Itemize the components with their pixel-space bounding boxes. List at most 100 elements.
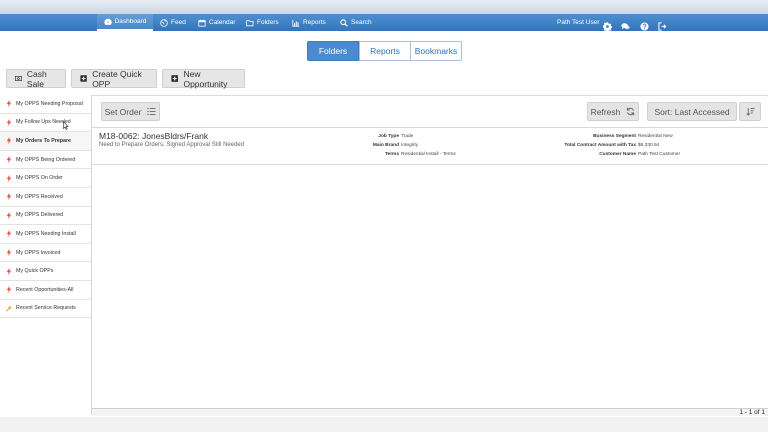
nav-user[interactable]: Path Test User <box>557 14 600 31</box>
sign-out-icon <box>658 22 667 31</box>
nav-feed-label: Feed <box>171 19 186 26</box>
sort-descending-icon <box>745 107 755 116</box>
terms-value: Residential Install - Terms <box>401 152 456 157</box>
logout-button[interactable] <box>658 18 667 31</box>
user-name: Path Test User <box>557 19 600 26</box>
sidebar-item-on-order[interactable]: My OPPS On Order <box>0 169 91 188</box>
sidebar-item-label: My OPPS Needing Install <box>16 230 76 237</box>
sidebar-item-follow-ups[interactable]: My Follow Ups Needed <box>0 114 91 133</box>
sidebar-item-label: My Quick OPPs <box>16 268 54 275</box>
new-opportunity-button[interactable]: New Opportunity <box>162 69 245 89</box>
refresh-button[interactable]: Refresh <box>587 102 639 121</box>
sidebar-item-label: My OPPS Received <box>16 193 63 200</box>
help-button[interactable] <box>640 18 649 31</box>
sidebar-item-recent-opportunities[interactable]: Recent Opportunities-All <box>0 281 91 300</box>
customer-name-value: Path Test Customer <box>638 152 681 157</box>
bar-chart-icon <box>292 19 300 27</box>
sidebar-item-being-ordered[interactable]: My OPPS Being Ordered <box>0 151 91 170</box>
nav-reports-label: Reports <box>303 19 326 26</box>
folder-sidebar: My OPPS Needing Proposal My Follow Ups N… <box>0 95 92 415</box>
tab-folders-label: Folders <box>318 46 348 56</box>
job-type-label: Job Type <box>378 134 399 139</box>
nav-search-label: Search <box>351 19 372 26</box>
wrench-icon <box>6 305 12 312</box>
main-brand-value: Integrity <box>401 143 419 148</box>
lightning-icon <box>6 230 12 238</box>
nav-dashboard-label: Dashboard <box>114 18 147 25</box>
money-icon <box>15 76 22 81</box>
sidebar-item-label: My OPPS Needing Proposal <box>16 100 83 107</box>
nav-search[interactable]: Search <box>340 14 372 31</box>
set-order-button[interactable]: Set Order <box>101 102 160 121</box>
sidebar-item-needing-proposal[interactable]: My OPPS Needing Proposal <box>0 95 91 114</box>
tab-bookmarks-label: Bookmarks <box>414 46 458 56</box>
nav-calendar-label: Calendar <box>209 19 236 26</box>
sidebar-item-delivered[interactable]: My OPPS Delivered <box>0 207 91 226</box>
sidebar-item-label: My OPPS Invoiced <box>16 249 61 256</box>
business-segment-value: Residential New <box>638 134 673 139</box>
search-icon <box>340 18 348 27</box>
contract-amount-label: Total Contract Amount with Tax <box>564 143 636 148</box>
tab-folders[interactable]: Folders <box>307 41 359 61</box>
gear-icon <box>602 22 613 32</box>
top-navbar: Dashboard Feed Calendar Folders Reports … <box>0 14 768 32</box>
lightning-icon <box>6 211 12 219</box>
cash-sale-label: Cash Sale <box>26 68 47 89</box>
sidebar-item-label: My Orders To Prepare <box>16 137 71 144</box>
refresh-icon <box>627 107 635 116</box>
globe-icon <box>160 18 168 27</box>
job-type-value: Trade <box>401 134 414 139</box>
sidebar-item-invoiced[interactable]: My OPPS Invoiced <box>0 244 91 263</box>
customer-name-label: Customer Name <box>599 152 636 157</box>
nav-folders-label: Folders <box>257 19 279 26</box>
browser-top-strip <box>0 0 768 14</box>
nav-reports[interactable]: Reports <box>292 14 326 31</box>
folder-open-icon <box>246 19 254 26</box>
nav-calendar[interactable]: Calendar <box>198 14 235 31</box>
tab-reports[interactable]: Reports <box>359 41 411 61</box>
sidebar-item-label: Recent Service Requests <box>16 305 76 312</box>
nav-folders[interactable]: Folders <box>246 14 279 31</box>
lightning-icon <box>6 174 12 182</box>
sidebar-item-label: Recent Opportunities-All <box>16 286 74 293</box>
lightning-icon <box>6 267 12 275</box>
calendar-icon <box>198 19 206 27</box>
sort-button[interactable]: Sort: Last Accessed <box>647 102 737 121</box>
bottom-strip <box>0 417 768 432</box>
sidebar-item-recent-service-requests[interactable]: Recent Service Requests <box>0 300 91 319</box>
lightning-icon <box>6 118 12 126</box>
list-header-divider <box>92 127 768 128</box>
settings-button[interactable] <box>602 18 613 32</box>
question-circle-icon <box>640 22 649 31</box>
lightning-icon <box>6 286 12 294</box>
plus-square-icon <box>80 75 87 82</box>
lightning-icon <box>6 249 12 257</box>
lightning-icon <box>6 137 12 145</box>
messages-button[interactable] <box>621 18 630 30</box>
create-quick-opp-button[interactable]: Create Quick OPP <box>71 68 157 89</box>
nav-dashboard[interactable]: Dashboard <box>97 14 153 31</box>
terms-label: Terms <box>384 152 399 157</box>
sidebar-item-label: My OPPS Being Ordered <box>16 156 76 163</box>
lightning-icon <box>6 156 12 164</box>
sidebar-item-orders-to-prepare[interactable]: My Orders To Prepare <box>0 132 91 151</box>
dashboard-icon <box>103 18 112 25</box>
mouse-cursor-icon <box>63 121 69 130</box>
create-quick-opp-label: Create Quick OPP <box>92 68 142 89</box>
tab-bookmarks[interactable]: Bookmarks <box>410 41 462 61</box>
sidebar-item-received[interactable]: My OPPS Received <box>0 188 91 207</box>
sort-direction-button[interactable] <box>739 102 761 121</box>
plus-square-icon <box>171 75 179 82</box>
set-order-label: Set Order <box>104 106 142 117</box>
sidebar-item-label: My OPPS Delivered <box>16 212 64 219</box>
sidebar-item-needing-install[interactable]: My OPPS Needing Install <box>0 225 91 244</box>
lightning-icon <box>6 193 12 201</box>
sidebar-item-quick-opps[interactable]: My Quick OPPs <box>0 262 91 281</box>
record-title[interactable]: M18-0062: JonesBldrs/Frank <box>99 131 208 141</box>
nav-feed[interactable]: Feed <box>160 14 186 31</box>
pagination-text: 1 - 1 of 1 <box>739 409 765 416</box>
contract-amount-value: $6,330.94 <box>638 143 660 148</box>
sort-label: Sort: Last Accessed <box>654 106 730 117</box>
lightning-icon <box>6 100 12 108</box>
cash-sale-button[interactable]: Cash Sale <box>6 68 66 89</box>
